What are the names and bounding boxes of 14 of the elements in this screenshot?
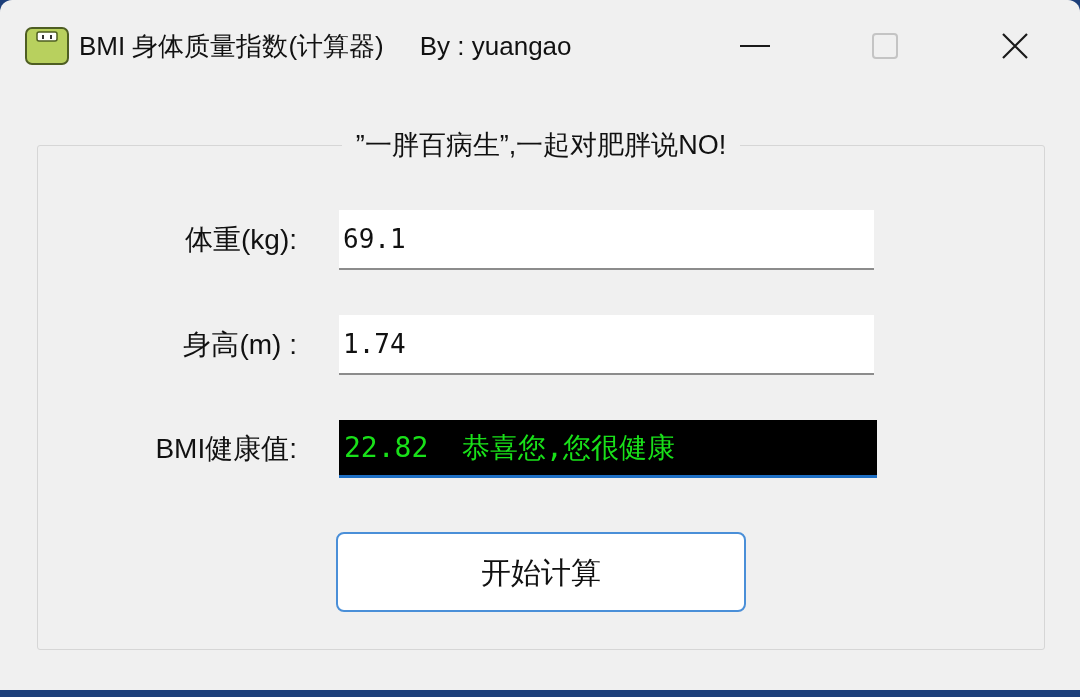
calculate-button[interactable]: 开始计算 — [336, 532, 746, 612]
result-field: 22.82 恭喜您,您很健康 — [339, 420, 877, 478]
input-field[interactable]: 69.1 — [339, 210, 874, 270]
minimize-icon — [740, 45, 770, 47]
scale-icon — [25, 27, 69, 65]
window-title: BMI 身体质量指数(计算器) — [79, 29, 384, 63]
field-label: 身高(m) : — [183, 328, 297, 362]
field-label: BMI健康值: — [155, 432, 297, 466]
maximize-icon — [872, 33, 898, 59]
input-field[interactable]: 1.74 — [339, 315, 874, 375]
field-label: 体重(kg): — [185, 223, 297, 257]
author-label: By : yuangao — [419, 29, 572, 63]
group-title: ”一胖百病生”,一起对肥胖说NO! — [354, 129, 728, 162]
close-icon — [1002, 33, 1028, 59]
